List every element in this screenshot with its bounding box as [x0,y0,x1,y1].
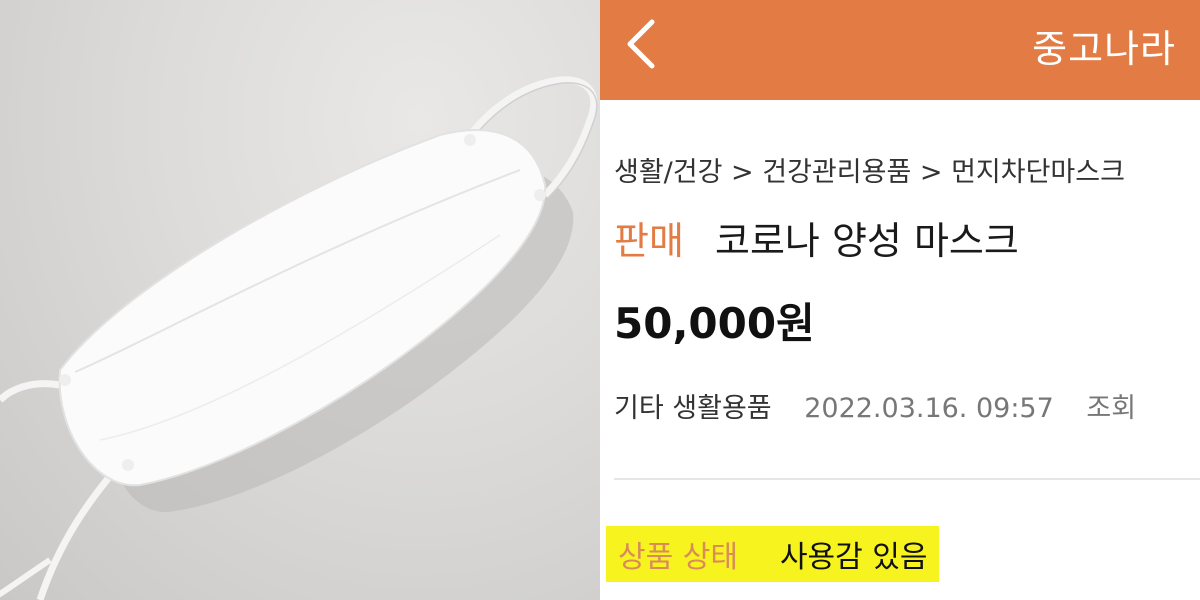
listing-category[interactable]: 기타 생활용품 [614,393,772,424]
split-screenshot: 중고나라 생활/건강 > 건강관리용품 > 먼지차단마스크 판매 코로나 양성 … [0,0,1200,600]
listing-meta: 기타 생활용품 2022.03.16. 09:57 조회 [614,386,1136,425]
app-title: 중고나라 [1032,27,1176,71]
back-button[interactable] [612,14,672,74]
listing-title-row: 판매 코로나 양성 마스크 [614,210,1019,265]
condition-value: 사용감 있음 [779,540,928,575]
listing-title: 코로나 양성 마스크 [715,219,1019,263]
condition-highlight: 상품 상태 사용감 있음 [606,526,940,582]
listing-views: 조회 [1086,393,1137,424]
breadcrumb[interactable]: 생활/건강 > 건강관리용품 > 먼지차단마스크 [614,150,1125,189]
status-badge: 판매 [614,219,684,263]
section-divider [614,478,1200,480]
chevron-left-icon [627,19,655,69]
listing-price: 50,000원 [614,299,815,348]
listing-date: 2022.03.16. 09:57 [804,393,1054,424]
product-photo [0,0,600,600]
marketplace-listing-screen: 중고나라 생활/건강 > 건강관리용품 > 먼지차단마스크 판매 코로나 양성 … [600,0,1200,600]
app-header: 중고나라 [600,0,1200,100]
condition-label: 상품 상태 [618,540,738,575]
mask-image [0,76,598,600]
